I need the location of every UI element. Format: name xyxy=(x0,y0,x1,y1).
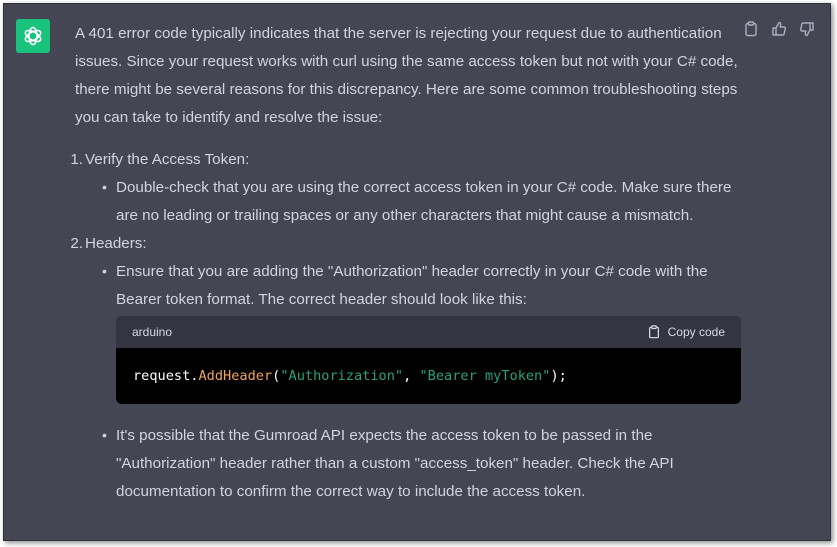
bullet-item: Double-check that you are using the corr… xyxy=(102,173,740,230)
step-number: 1. xyxy=(70,151,83,168)
code-token-string: "Authorization" xyxy=(280,368,404,384)
bullet-list: Ensure that you are adding the "Authoriz… xyxy=(85,257,741,506)
code-token-method: AddHeader xyxy=(198,368,273,384)
step-title: Verify the Access Token: xyxy=(85,151,250,168)
clipboard-icon xyxy=(648,325,659,339)
bullet-list: Double-check that you are using the corr… xyxy=(85,173,740,230)
message-actions xyxy=(742,20,816,38)
bullet-item: Ensure that you are adding the "Authoriz… xyxy=(102,257,741,404)
code-block-header: arduino Copy code xyxy=(116,316,741,348)
step-title: Headers: xyxy=(85,235,147,252)
bullet-item: It's possible that the Gumroad API expec… xyxy=(102,421,740,506)
code-block: arduino Copy code request.AddHeader("Au xyxy=(116,316,741,404)
intro-paragraph: A 401 error code typically indicates tha… xyxy=(75,25,738,126)
message-content: A 401 error code typically indicates tha… xyxy=(70,20,741,506)
code-token-close: ); xyxy=(550,368,567,384)
copy-code-button[interactable]: Copy code xyxy=(647,318,725,346)
code-token-separator: , xyxy=(403,368,420,384)
step-item: 2. Headers: Ensure that you are adding t… xyxy=(70,230,741,506)
thumbs-up-icon[interactable] xyxy=(770,20,788,38)
thumbs-down-icon[interactable] xyxy=(798,20,816,38)
code-language: arduino xyxy=(132,325,173,339)
bullet-text: Ensure that you are adding the "Authoriz… xyxy=(116,263,708,308)
code-token-object: request. xyxy=(133,368,199,384)
step-item: 1. Verify the Access Token: Double-check… xyxy=(70,146,740,230)
code-token-paren: ( xyxy=(272,368,281,384)
assistant-message: A 401 error code typically indicates tha… xyxy=(3,3,831,541)
openai-logo-icon xyxy=(24,26,42,46)
code-token-string: "Bearer myToken" xyxy=(419,368,551,384)
troubleshooting-steps: 1. Verify the Access Token: Double-check… xyxy=(70,146,741,506)
assistant-avatar xyxy=(16,19,50,53)
step-number: 2. xyxy=(70,235,83,252)
code-content: request. AddHeader("Authorization", "Bear… xyxy=(116,348,741,404)
clipboard-icon[interactable] xyxy=(742,20,760,38)
copy-code-label: Copy code xyxy=(667,325,725,339)
